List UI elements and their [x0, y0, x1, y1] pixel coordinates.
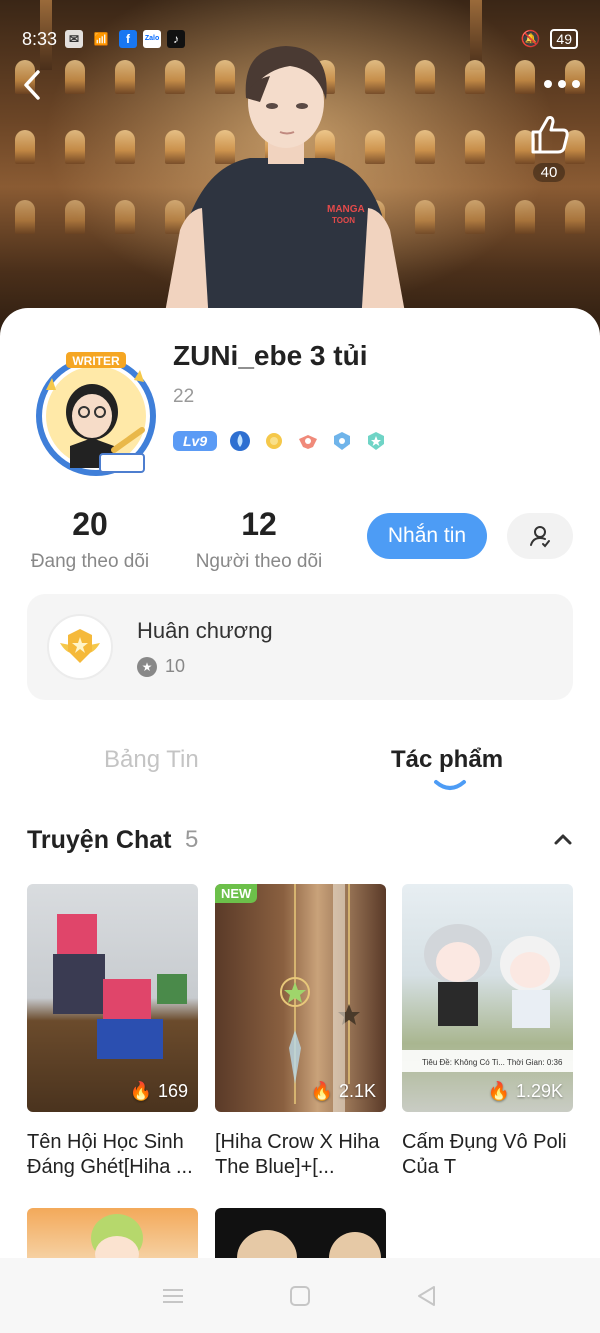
more-options-button[interactable]: [542, 68, 582, 98]
more-dots-icon: [544, 80, 580, 88]
like-button[interactable]: 40: [526, 112, 572, 182]
badge-row: Lv9: [173, 430, 387, 452]
back-button[interactable]: [20, 68, 56, 104]
svg-text:TOON: TOON: [332, 216, 355, 225]
view-count-value: 1.29K: [515, 1081, 563, 1101]
flame-icon: 🔥: [310, 1081, 333, 1101]
following-count: 20: [72, 506, 108, 542]
menu-icon[interactable]: [160, 1283, 186, 1309]
user-follow-icon: [530, 526, 550, 548]
message-button[interactable]: Nhắn tin: [367, 513, 487, 559]
profile-id: 22: [173, 386, 195, 407]
view-count-value: 2.1K: [338, 1081, 376, 1101]
new-tag: NEW: [215, 884, 258, 903]
home-icon[interactable]: [287, 1283, 313, 1309]
avatar-badge-text: WRITER: [72, 354, 120, 368]
story-artwork: [280, 884, 360, 1112]
star-icon: ★: [137, 656, 157, 677]
following-label: Đang theo dõi: [30, 551, 150, 572]
followers-label: Người theo dõi: [195, 551, 323, 572]
medal-icon: [60, 629, 100, 663]
medal-count: 10: [165, 656, 186, 676]
thumbs-up-icon: [531, 116, 569, 154]
story-artwork: Tiêu Đề: Không Có Ti... Thời Gian: 0:36: [402, 924, 573, 1072]
profile-sheet: WRITER ZUNi_ebe 3 tủi 22 Lv9 20 Đang the…: [0, 308, 600, 1333]
profile-name: ZUNi_ebe 3 tủi: [173, 340, 368, 371]
facebook-icon: f: [119, 30, 138, 48]
chevron-left-icon: [24, 70, 40, 100]
story-card[interactable]: NEW 🔥 2.1K [Hiha Crow X Hiha The Blue]+[…: [215, 884, 386, 1180]
chevron-up-icon[interactable]: [552, 828, 574, 850]
wing-badge-icon[interactable]: [297, 430, 319, 452]
section-count: 5: [185, 826, 199, 853]
story-card[interactable]: 🔥 169 Tên Hội Học Sinh Đáng Ghét[Hiha ..…: [27, 884, 198, 1180]
followers-count: 12: [241, 506, 277, 542]
view-count-value: 169: [157, 1081, 188, 1101]
system-nav-bar: [0, 1258, 600, 1333]
character-illustration: MANGA TOON: [160, 46, 410, 340]
zalo-icon: Zalo: [143, 30, 162, 48]
battery-indicator: 49: [550, 29, 578, 49]
medal-icon-wrap: [47, 614, 113, 680]
story-title: Cấm Đụng Vô Poli Của T: [402, 1131, 567, 1178]
tab-works[interactable]: Tác phẩm: [391, 746, 503, 774]
tab-active-indicator: [434, 780, 466, 790]
story-thumbnail: 🔥 169: [27, 884, 198, 1112]
svg-text:MANGA: MANGA: [327, 204, 365, 215]
status-bar: 8:33 ✉ 📶 f Zalo ♪ 🔕 49: [0, 0, 600, 60]
story-thumbnail: NEW 🔥 2.1K: [215, 884, 386, 1112]
star-badge-icon[interactable]: [365, 430, 387, 452]
view-count: 🔥 1.29K: [488, 1081, 563, 1102]
flame-icon: 🔥: [487, 1081, 510, 1101]
coin-badge-icon[interactable]: [263, 430, 285, 452]
story-card[interactable]: Tiêu Đề: Không Có Ti... Thời Gian: 0:36 …: [402, 884, 573, 1180]
tiktok-icon: ♪: [167, 30, 186, 48]
story-title: Tên Hội Học Sinh Đáng Ghét[Hiha ...: [27, 1131, 193, 1178]
follow-button[interactable]: [507, 513, 573, 559]
thumbnail-caption: Tiêu Đề: Không Có Ti... Thời Gian: 0:36: [422, 1058, 563, 1067]
following-stat[interactable]: 20 Đang theo dõi: [26, 506, 154, 573]
medal-card[interactable]: Huân chương ★ 10: [27, 594, 573, 700]
story-thumbnail: Tiêu Đề: Không Có Ti... Thời Gian: 0:36 …: [402, 884, 573, 1112]
followers-stat[interactable]: 12 Người theo dõi: [190, 506, 328, 573]
like-count: 40: [532, 163, 566, 182]
drop-badge-icon[interactable]: [229, 430, 251, 452]
view-count: 🔥 169: [130, 1081, 188, 1102]
flame-icon: 🔥: [129, 1081, 152, 1101]
status-time: 8:33: [22, 28, 58, 49]
message-icon: ✉: [65, 30, 84, 48]
avatar[interactable]: WRITER: [30, 350, 162, 482]
tab-feed[interactable]: Bảng Tin: [104, 746, 199, 774]
medal-title: Huân chương: [137, 618, 273, 643]
story-artwork: [53, 914, 187, 1059]
back-triangle-icon[interactable]: [414, 1283, 440, 1309]
shield-badge-icon[interactable]: [331, 430, 353, 452]
story-title: [Hiha Crow X Hiha The Blue]+[...: [215, 1131, 380, 1178]
wifi-icon: 📶: [93, 32, 109, 46]
section-title: Truyện Chat: [27, 826, 172, 854]
mute-icon: 🔕: [520, 31, 541, 48]
view-count: 🔥 2.1K: [311, 1081, 376, 1102]
level-badge[interactable]: Lv9: [173, 431, 218, 451]
medal-count-row: ★ 10: [137, 656, 185, 677]
